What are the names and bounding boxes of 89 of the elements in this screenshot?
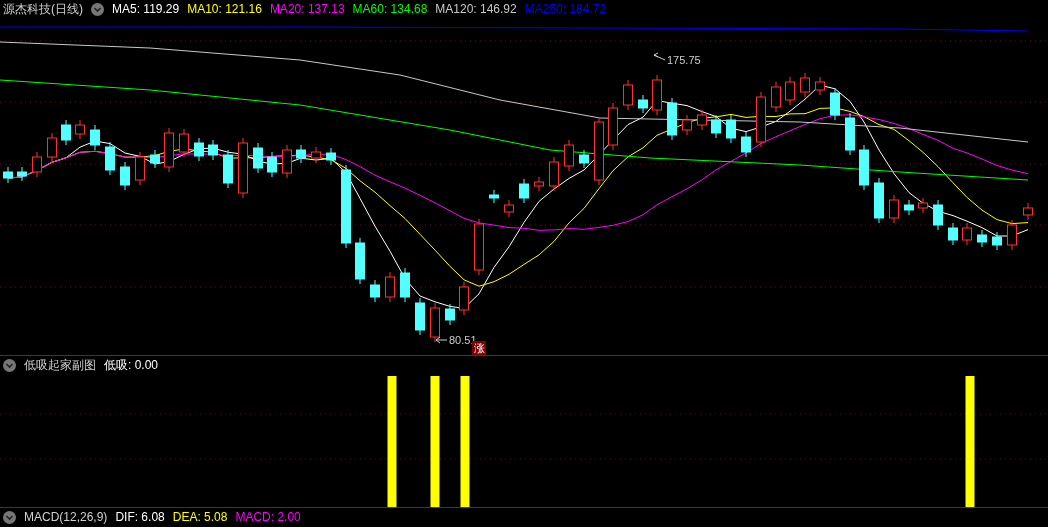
candlestick <box>415 297 425 336</box>
candlestick <box>815 76 825 96</box>
high-price-label: 175.75 <box>667 54 701 66</box>
candlestick <box>682 114 692 136</box>
macd-reading: DIF: 6.08 <box>115 510 165 524</box>
candlestick <box>889 194 899 224</box>
candlestick <box>370 279 380 303</box>
dropdown-icon[interactable] <box>91 2 104 16</box>
candlestick <box>355 237 365 285</box>
candlestick <box>474 218 484 276</box>
candlestick <box>711 114 721 139</box>
dropdown-icon[interactable] <box>3 510 16 524</box>
candlestick <box>32 151 42 178</box>
candlestick <box>400 267 410 303</box>
candlestick <box>608 102 618 151</box>
macd-reading: DEA: 5.08 <box>172 510 228 524</box>
dropdown-icon[interactable] <box>3 358 16 372</box>
candlestick <box>459 281 469 316</box>
candlestick <box>948 222 958 246</box>
candlestick <box>75 119 85 140</box>
indicator-reading: 低吸: 0.00 <box>104 356 159 374</box>
candlestick <box>1007 219 1017 251</box>
candlestick <box>179 128 189 158</box>
moving-average-reading: MA20: 137.13 <box>269 2 345 16</box>
candlestick <box>800 72 810 98</box>
candlestick <box>962 222 972 246</box>
candlestick <box>90 124 100 151</box>
candlestick <box>326 147 336 166</box>
candlestick <box>652 74 662 116</box>
candlestick <box>47 132 57 163</box>
candlestick <box>253 142 263 174</box>
candlestick <box>667 97 677 141</box>
macd-reading: MACD: 2.00 <box>235 510 301 524</box>
candlestick <box>623 79 633 111</box>
candlestick <box>977 229 987 248</box>
candlestick <box>504 199 514 218</box>
candlestick <box>105 141 115 176</box>
candlestick <box>594 116 604 186</box>
candlestick <box>135 151 145 186</box>
candlestick <box>120 161 130 191</box>
candlestick <box>534 176 544 192</box>
candlestick <box>741 131 751 158</box>
candlestick <box>267 151 277 178</box>
candlestick <box>445 303 455 326</box>
candlestick <box>579 149 589 169</box>
candlestick <box>282 144 292 179</box>
leader-line <box>653 52 666 61</box>
candlestick <box>785 76 795 106</box>
candlestick <box>489 189 499 204</box>
moving-average-reading: MA10: 121.16 <box>187 2 262 16</box>
candlestick <box>223 149 233 189</box>
candlestick <box>771 81 781 113</box>
moving-average-reading: MA250: 184.72 <box>524 2 607 16</box>
candlestick <box>296 144 306 164</box>
candlestick <box>150 149 160 169</box>
moving-average-reading: MA60: 134.68 <box>352 2 428 16</box>
candlestick <box>845 112 855 156</box>
candlestick <box>933 199 943 231</box>
candlestick <box>904 199 914 216</box>
candlestick <box>194 137 204 162</box>
candlestick <box>830 87 840 121</box>
candlestick <box>726 114 736 144</box>
candlestick <box>992 231 1002 251</box>
macd-title: MACD(12,26,9) <box>24 510 108 524</box>
candlestick <box>564 139 574 172</box>
candlestick <box>519 178 529 204</box>
moving-average-reading: MA120: 146.92 <box>435 2 517 16</box>
candlestick <box>874 177 884 224</box>
candlestick <box>3 166 13 184</box>
candlestick <box>164 127 174 173</box>
leader-line <box>435 336 448 344</box>
candlestick <box>385 271 395 303</box>
rise-badge: 涨 <box>472 341 486 355</box>
candlestick <box>549 156 559 192</box>
candlestick <box>311 146 321 164</box>
candlestick <box>61 119 71 146</box>
moving-average-reading: MA5: 119.29 <box>112 2 180 16</box>
candlestick <box>859 144 869 191</box>
candlestick <box>918 197 928 214</box>
candlestick <box>697 109 707 131</box>
stock-title: 源杰科技(日线) <box>3 0 83 18</box>
candlestick <box>638 94 648 114</box>
candlestick <box>208 139 218 161</box>
candlestick <box>756 91 766 148</box>
indicator-title: 低吸起家副图 <box>24 356 96 374</box>
candlestick <box>430 302 440 343</box>
candlestick <box>238 137 248 199</box>
candlestick <box>1023 202 1033 221</box>
candlestick <box>17 166 27 182</box>
